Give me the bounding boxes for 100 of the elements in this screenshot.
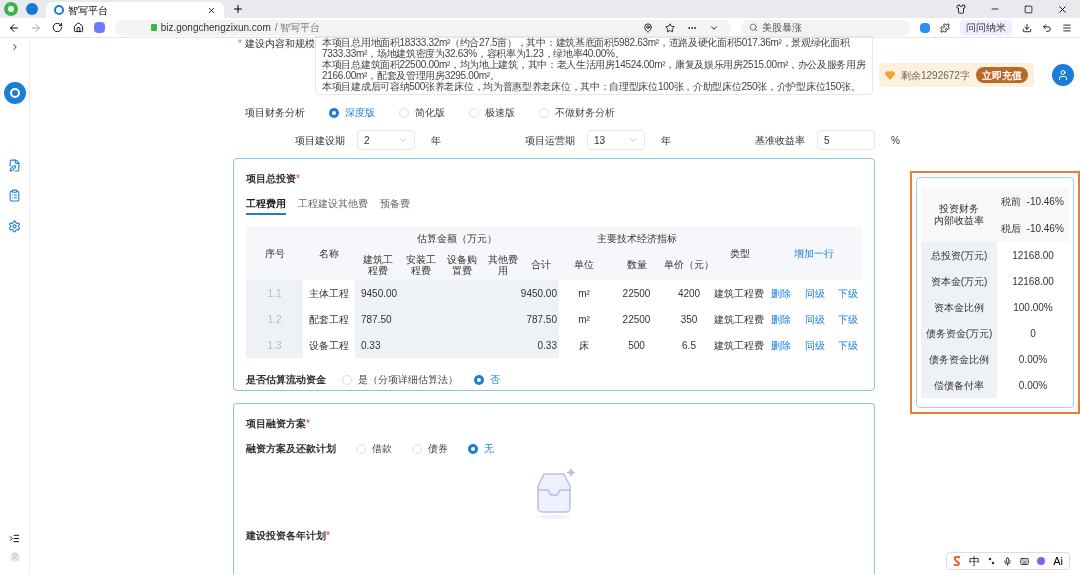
radio-button[interactable] <box>539 107 549 118</box>
tab[interactable]: 工程费用 <box>246 196 286 215</box>
action-link[interactable]: 删除 <box>771 285 791 301</box>
table-cell-text: 6.5 <box>681 338 697 353</box>
radio-button[interactable] <box>329 107 339 118</box>
heart-icon <box>885 70 895 80</box>
site-icon <box>54 5 64 15</box>
keyboard-icon[interactable] <box>1020 556 1030 566</box>
extension-button[interactable]: 问问纳米 <box>960 19 1013 36</box>
row-label: 资本金(万元) <box>921 268 997 294</box>
row-label: 投资财务 内部收益率 <box>933 202 985 228</box>
search-field[interactable]: 美股暴涨 <box>741 19 911 36</box>
address-bar[interactable]: biz.gongchengzixun.com / 智写平台 <box>114 19 732 36</box>
table-cell-text: 9450.00 <box>523 286 558 301</box>
radio-label: 无 <box>484 442 494 456</box>
paragraph: 本项目总建筑面积22500.00m²，均为地上建筑，其中：老人生活用房14524.00m²，康复及娱乐用房2515.00m²，办公及服务用房2166.00m²，配套及管理用房3295.00m²。 <box>322 59 866 81</box>
type-select[interactable]: 建筑工程费 <box>714 332 766 358</box>
settings-icon[interactable] <box>8 220 21 233</box>
column-header: 名称 <box>318 247 340 261</box>
star-icon[interactable] <box>665 22 676 33</box>
radio-label: 不做财务分析 <box>555 106 615 120</box>
puzzle-icon[interactable] <box>940 22 951 33</box>
radio-button[interactable] <box>474 374 484 385</box>
indent-icon[interactable] <box>9 533 20 544</box>
radio-button[interactable] <box>342 374 352 385</box>
radio-button[interactable] <box>356 443 366 454</box>
reload-icon[interactable] <box>51 22 63 33</box>
punctuation-icon[interactable] <box>988 557 996 565</box>
field-label: 项目运营期 <box>524 133 575 148</box>
action-link[interactable]: 下级 <box>837 337 858 353</box>
microphone-icon[interactable] <box>1003 556 1013 566</box>
new-tab-icon[interactable] <box>232 3 244 15</box>
select-field[interactable]: 13 <box>587 130 645 150</box>
app-icon[interactable] <box>26 3 38 15</box>
table-cell-text: 床 <box>578 338 590 353</box>
tab[interactable]: 工程建设其他费 <box>298 196 368 215</box>
column-header: 估算金额（万元） <box>416 231 498 246</box>
browser-logo-icon[interactable] <box>4 2 18 16</box>
row-value: 0.00% <box>1017 378 1049 393</box>
row-value: 12168.00 <box>1011 248 1055 263</box>
back-icon[interactable] <box>8 21 20 34</box>
undo-icon[interactable] <box>1042 22 1053 33</box>
irr-value: 税前 -10.46% <box>1001 195 1065 209</box>
ai-button[interactable]: Ai <box>1053 552 1063 570</box>
shirt-icon[interactable] <box>956 4 966 14</box>
tab[interactable]: 预备费 <box>380 196 410 215</box>
table-cell-text: 配套工程 <box>308 312 350 327</box>
action-link[interactable]: 下级 <box>837 311 858 327</box>
input-field[interactable]: 5 <box>817 130 875 150</box>
close-icon[interactable] <box>1057 3 1068 15</box>
action-link[interactable]: 同级 <box>805 337 825 353</box>
radio-label: 深度版 <box>345 106 375 120</box>
radio-label: 借款 <box>372 442 392 456</box>
column-header: 安装工程费 <box>405 252 437 278</box>
recharge-button[interactable]: 立即充值 <box>976 67 1028 83</box>
action-link[interactable]: 同级 <box>805 285 825 301</box>
table-cell-text: 主体工程 <box>308 286 350 301</box>
table-cell-text: 787.50 <box>525 312 558 327</box>
field-label: 项目建设期 <box>294 133 345 148</box>
text-area[interactable] <box>315 36 873 95</box>
location-icon[interactable] <box>643 22 654 33</box>
paragraph: 本项目建成后可容纳500张养老床位，均为普惠型养老床位，其中：自理型床位100张，介助型床位250张，介护型床位150张。 <box>322 81 862 92</box>
action-link[interactable]: 同级 <box>805 311 825 327</box>
section-title: 建设投资各年计划* <box>246 529 331 543</box>
field-label: 融资方案及还款计划 <box>246 442 336 456</box>
menu-icon[interactable] <box>1062 22 1072 33</box>
column-header: 类型 <box>729 247 751 261</box>
avatar-icon[interactable] <box>1052 64 1074 86</box>
browser-tab[interactable]: 智写平台 <box>46 2 224 18</box>
radio-button[interactable] <box>412 443 422 454</box>
type-select[interactable]: 建筑工程费 <box>714 306 766 332</box>
logo-icon[interactable] <box>3 82 26 104</box>
home-icon[interactable] <box>72 22 84 33</box>
table-cell-text: m² <box>577 312 591 327</box>
field-label: 项目财务分析 <box>245 106 305 120</box>
select-field[interactable]: 2 <box>357 130 415 150</box>
row-value: 12168.00 <box>1011 274 1055 289</box>
radio-button[interactable] <box>399 107 409 118</box>
table-cell: 1.3 <box>246 332 303 358</box>
type-select[interactable]: 建筑工程费 <box>714 280 766 306</box>
radio-button[interactable] <box>469 107 479 118</box>
table-cell-text: 0.33 <box>536 338 558 353</box>
clipboard-icon[interactable] <box>8 189 21 202</box>
column-header: 单位 <box>573 258 595 272</box>
s-logo-icon[interactable] <box>953 556 962 566</box>
maximize-icon[interactable] <box>1024 4 1033 14</box>
edit-icon[interactable] <box>8 159 21 172</box>
action-link[interactable]: 下级 <box>837 285 858 301</box>
chevron-icon <box>398 135 408 145</box>
ime-mode[interactable]: 中 <box>969 552 981 570</box>
download-icon[interactable] <box>1022 22 1033 33</box>
table-cell-text: 设备工程 <box>308 338 350 353</box>
table-cell: 1.2 <box>246 306 303 332</box>
radio-button[interactable] <box>468 443 478 454</box>
row-value: 100.00% <box>1012 300 1054 315</box>
close-icon[interactable] <box>207 5 216 15</box>
action-link[interactable]: 删除 <box>771 337 791 353</box>
column-header: 其他费用 <box>487 252 519 278</box>
action-link[interactable]: 删除 <box>771 311 791 327</box>
add-row-link[interactable]: 增加一行 <box>793 246 834 261</box>
